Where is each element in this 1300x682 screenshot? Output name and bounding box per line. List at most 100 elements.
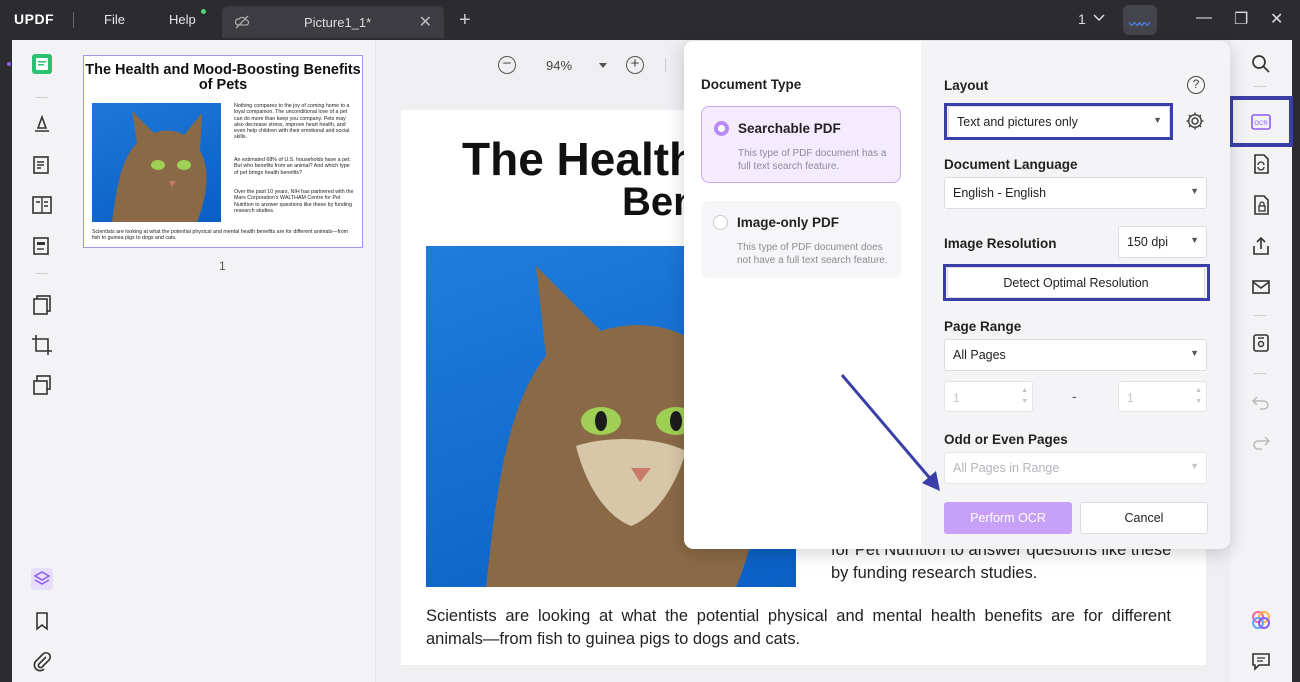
protect-pdf-icon[interactable] xyxy=(1251,195,1271,215)
dropdown-caret-icon: ▼ xyxy=(1190,348,1199,358)
crop-icon[interactable] xyxy=(31,334,53,356)
toolbar-divider xyxy=(1254,373,1266,374)
page-range-select[interactable]: All Pages ▼ xyxy=(944,339,1207,371)
zoom-dropdown-icon[interactable] xyxy=(598,62,608,70)
range-from-input[interactable]: 1 ▲ ▼ xyxy=(944,381,1033,412)
detect-button-highlight xyxy=(943,264,1210,301)
gear-icon[interactable] xyxy=(1185,111,1205,131)
toolbar-divider xyxy=(36,273,48,274)
layout-heading: Layout xyxy=(944,78,989,93)
save-icon[interactable] xyxy=(1251,333,1271,353)
stepper-arrows-icon[interactable]: ▲ ▼ xyxy=(1021,385,1028,407)
page-footer-text: Scientists are looking at what the poten… xyxy=(426,607,1171,648)
undo-icon[interactable] xyxy=(1251,392,1271,412)
searchable-pdf-description: This type of PDF document has a full tex… xyxy=(738,148,887,172)
thumbnail-title: The Health and Mood-Boosting Benefits of… xyxy=(85,62,361,93)
left-toolbar xyxy=(7,40,70,682)
menu-help[interactable]: Help xyxy=(169,12,196,27)
toolbar-divider xyxy=(36,97,48,98)
range-to-input[interactable]: 1 ▲ ▼ xyxy=(1118,381,1207,412)
cloud-off-icon xyxy=(234,15,250,29)
thumbnail-footer: Scientists are looking at what the poten… xyxy=(92,229,349,242)
document-type-heading: Document Type xyxy=(701,77,802,92)
search-icon[interactable] xyxy=(1251,54,1271,74)
thumbnail-cat-image xyxy=(92,103,221,222)
layout-select-highlight xyxy=(944,103,1173,140)
tab-title: Picture1_1* xyxy=(304,15,372,30)
share-icon[interactable] xyxy=(1251,236,1271,256)
searchable-pdf-option[interactable]: Searchable PDF This type of PDF document… xyxy=(701,106,901,183)
page-layout-icon[interactable] xyxy=(31,194,53,216)
page-title-line1: The Health xyxy=(462,133,698,185)
odd-even-select-value: All Pages in Range xyxy=(953,461,1060,475)
active-indicator xyxy=(7,62,11,66)
wave-logo-icon: 〰〰 xyxy=(1129,19,1150,31)
comment-highlighter-icon[interactable] xyxy=(31,113,53,135)
title-separator xyxy=(73,12,74,28)
updf-logo: UPDF xyxy=(14,11,55,27)
new-tab-button[interactable]: + xyxy=(459,9,471,32)
image-resolution-heading: Image Resolution xyxy=(944,236,1057,251)
zoom-level[interactable]: 94% xyxy=(546,58,572,73)
image-only-pdf-option[interactable]: Image-only PDF This type of PDF document… xyxy=(701,201,901,278)
thumbnail-paragraph: Nothing compares to the joy of coming ho… xyxy=(234,103,350,141)
document-tab[interactable]: Picture1_1* ✕ xyxy=(222,6,444,38)
dropdown-caret-icon: ▼ xyxy=(1190,461,1199,471)
zoom-in-button[interactable]: + xyxy=(626,56,644,74)
range-separator: - xyxy=(1072,388,1077,404)
convert-pdf-icon[interactable] xyxy=(1251,154,1271,174)
restore-button[interactable]: ❐ xyxy=(1234,9,1248,29)
toolbar-divider xyxy=(1254,315,1266,316)
page-thumbnail[interactable]: The Health and Mood-Boosting Benefits of… xyxy=(83,55,363,248)
attachment-icon[interactable] xyxy=(31,650,53,672)
range-from-value: 1 xyxy=(953,391,960,405)
bookmark-icon[interactable] xyxy=(31,610,53,632)
page-range-select-value: All Pages xyxy=(953,348,1006,362)
searchable-pdf-label: Searchable PDF xyxy=(738,121,841,136)
organize-pages-icon[interactable] xyxy=(31,294,53,316)
ai-assistant-icon[interactable] xyxy=(1251,610,1271,630)
image-only-pdf-description: This type of PDF document does not have … xyxy=(737,242,888,266)
form-icon[interactable] xyxy=(31,235,53,257)
perform-ocr-button[interactable]: Perform OCR xyxy=(944,502,1072,534)
chevron-down-icon[interactable] xyxy=(1093,13,1105,23)
tab-close-icon[interactable]: ✕ xyxy=(419,12,432,32)
title-bar: UPDF File Help Picture1_1* ✕ + 1 〰〰 — ❐ … xyxy=(0,0,1300,42)
range-to-value: 1 xyxy=(1127,391,1134,405)
image-only-pdf-label: Image-only PDF xyxy=(737,215,840,230)
page-range-heading: Page Range xyxy=(944,319,1022,334)
thumbnail-page-number: 1 xyxy=(219,259,226,273)
update-dot xyxy=(201,9,206,14)
cancel-button[interactable]: Cancel xyxy=(1080,502,1208,534)
document-language-select[interactable]: English - English ▼ xyxy=(944,177,1207,209)
searchable-pdf-radio[interactable] xyxy=(714,121,729,136)
odd-even-heading: Odd or Even Pages xyxy=(944,432,1068,447)
dropdown-caret-icon: ▼ xyxy=(1190,186,1199,196)
redo-icon[interactable] xyxy=(1251,432,1271,452)
resolution-select-value: 150 dpi xyxy=(1127,235,1169,249)
email-icon[interactable] xyxy=(1251,277,1271,297)
reader-icon[interactable] xyxy=(31,53,53,75)
edit-pdf-icon[interactable] xyxy=(31,154,53,176)
toolbar-divider xyxy=(1254,86,1266,87)
thumbnail-paragraph: An estimated 68% of U.S. households have… xyxy=(234,157,351,176)
zoom-divider xyxy=(665,58,666,72)
ocr-button-highlight xyxy=(1229,96,1293,147)
image-only-pdf-radio[interactable] xyxy=(713,215,728,230)
dropdown-caret-icon: ▼ xyxy=(1190,235,1199,245)
zoom-out-button[interactable]: − xyxy=(498,56,516,74)
help-icon[interactable]: ? xyxy=(1187,76,1205,94)
image-resolution-select[interactable]: 150 dpi ▼ xyxy=(1118,226,1207,258)
close-window-button[interactable]: ✕ xyxy=(1270,9,1283,29)
odd-even-select[interactable]: All Pages in Range ▼ xyxy=(944,452,1207,484)
window-page-indicator[interactable]: 1 xyxy=(1078,11,1086,27)
language-select-value: English - English xyxy=(953,186,1047,200)
menu-file[interactable]: File xyxy=(104,12,125,27)
layers-icon[interactable] xyxy=(31,568,53,590)
convert-icon[interactable] xyxy=(31,374,53,396)
stepper-arrows-icon[interactable]: ▲ ▼ xyxy=(1195,385,1202,407)
document-language-heading: Document Language xyxy=(944,157,1078,172)
avatar[interactable]: 〰〰 xyxy=(1123,5,1157,35)
minimize-button[interactable]: — xyxy=(1196,9,1212,27)
comment-list-icon[interactable] xyxy=(1251,651,1271,671)
